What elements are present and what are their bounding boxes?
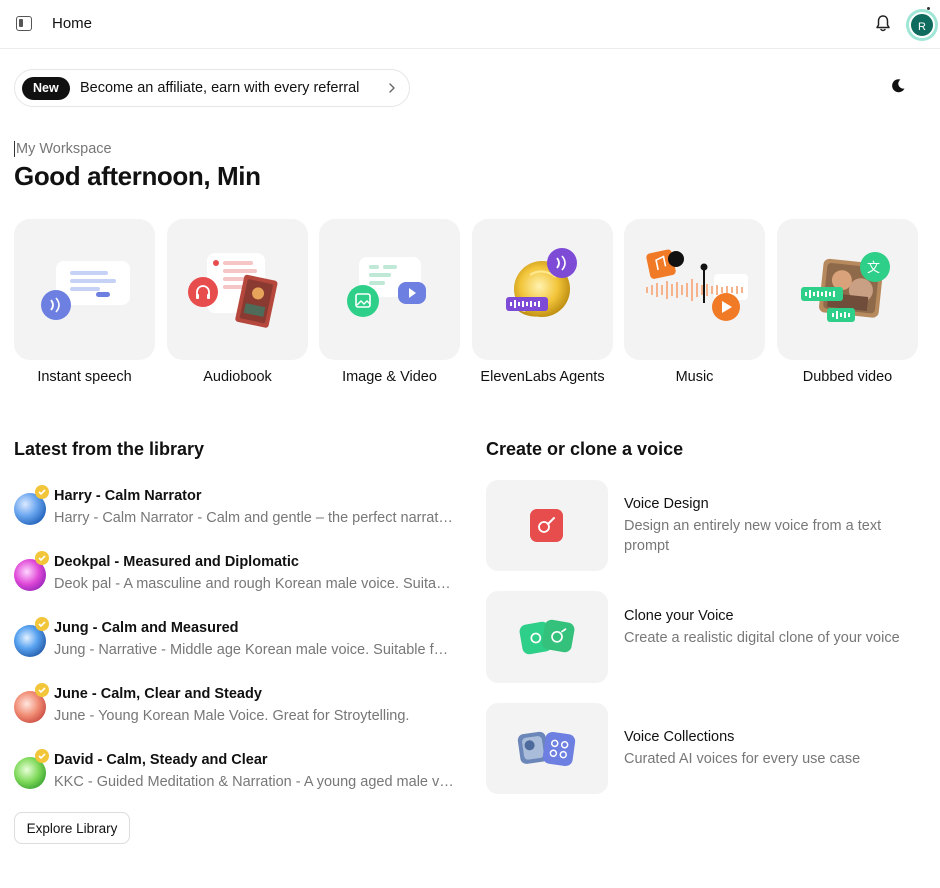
tile-label-elevenlabs-agents[interactable]: ElevenLabs Agents (472, 369, 613, 385)
voice-name: Deokpal - Measured and Diplomatic (54, 554, 299, 570)
voice-collections-icon (517, 731, 576, 767)
new-badge: New (22, 77, 70, 100)
tile-label-dubbed-video[interactable]: Dubbed video (777, 369, 918, 385)
voice-design-icon (530, 509, 563, 542)
dark-mode-moon-icon[interactable] (890, 78, 906, 94)
notification-bell-icon[interactable] (875, 14, 891, 32)
voice-description: June - Young Korean Male Voice. Great fo… (54, 708, 410, 724)
tile-dubbed-video[interactable]: 文 (777, 219, 918, 360)
voice-description: Harry - Calm Narrator - Calm and gentle … (54, 510, 454, 526)
instant-speech-illustration (41, 261, 130, 320)
tile-elevenlabs-agents[interactable] (472, 219, 613, 360)
voice-description: KKC - Guided Meditation & Narration - A … (54, 774, 454, 790)
explore-library-button[interactable]: Explore Library (14, 812, 130, 844)
tile-music[interactable] (624, 219, 765, 360)
voice-name: David - Calm, Steady and Clear (54, 752, 268, 768)
voice-card-title: Voice Design (624, 496, 709, 512)
verified-badge-icon (35, 485, 49, 499)
library-item-harry[interactable]: Harry - Calm Narrator Harry - Calm Narra… (14, 485, 454, 535)
voice-collections-thumb (486, 703, 608, 794)
library-section-title: Latest from the library (14, 439, 205, 459)
tile-image-video[interactable] (319, 219, 460, 360)
svg-text:文: 文 (867, 261, 880, 276)
verified-badge-icon (35, 683, 49, 697)
clone-voice-icon (519, 619, 575, 655)
music-illustration (646, 249, 748, 321)
tile-label-instant-speech[interactable]: Instant speech (14, 369, 155, 385)
voice-description: Jung - Narrative - Middle age Korean mal… (54, 642, 454, 658)
library-item-june[interactable]: June - Calm, Clear and Steady June - You… (14, 683, 454, 733)
verified-badge-icon (35, 551, 49, 565)
verified-badge-icon (35, 749, 49, 763)
voice-description: Deok pal - A masculine and rough Korean … (54, 576, 454, 592)
voice-name: Jung - Calm and Measured (54, 620, 239, 636)
voice-name: June - Calm, Clear and Steady (54, 686, 262, 702)
status-dot (927, 7, 930, 10)
clone-voice-card[interactable]: Clone your Voice Create a realistic digi… (486, 591, 926, 683)
verified-badge-icon (35, 617, 49, 631)
voice-section-title: Create or clone a voice (486, 439, 684, 459)
top-bar: Home R (0, 0, 940, 49)
affiliate-banner[interactable]: New Become an affiliate, earn with every… (14, 69, 410, 107)
voice-design-card[interactable]: Voice Design Design an entirely new voic… (486, 480, 926, 571)
banner-text: Become an affiliate, earn with every ref… (80, 80, 360, 96)
library-item-david[interactable]: David - Calm, Steady and Clear KKC - Gui… (14, 749, 454, 799)
tile-label-music[interactable]: Music (624, 369, 765, 385)
chevron-right-icon (389, 83, 395, 93)
tile-label-image-video[interactable]: Image & Video (319, 369, 460, 385)
clone-voice-thumb (486, 591, 608, 683)
avatar-initial: R (909, 12, 935, 38)
library-item-deokpal[interactable]: Deokpal - Measured and Diplomatic Deok p… (14, 551, 454, 601)
voice-card-title: Voice Collections (624, 729, 735, 745)
voice-name: Harry - Calm Narrator (54, 488, 202, 504)
voice-card-title: Clone your Voice (624, 608, 734, 624)
audiobook-illustration (188, 253, 278, 328)
image-video-illustration (347, 257, 426, 317)
voice-card-description: Create a realistic digital clone of your… (624, 630, 900, 646)
tile-label-audiobook[interactable]: Audiobook (167, 369, 308, 385)
user-avatar[interactable]: R (906, 9, 938, 41)
tile-audiobook[interactable] (167, 219, 308, 360)
dubbed-video-illustration: 文 (801, 252, 890, 322)
voice-card-description: Curated AI voices for every use case (624, 751, 861, 767)
greeting-heading: Good afternoon, Min (14, 161, 261, 191)
voice-collections-card[interactable]: Voice Collections Curated AI voices for … (486, 703, 926, 794)
library-item-jung[interactable]: Jung - Calm and Measured Jung - Narrativ… (14, 617, 454, 667)
voice-card-description: Design an entirely new voice from a text… (624, 518, 882, 554)
voice-design-thumb (486, 480, 608, 571)
agents-illustration (506, 248, 577, 317)
tile-instant-speech[interactable] (14, 219, 155, 360)
page-title: Home (52, 15, 93, 32)
sidebar-toggle-icon[interactable] (16, 16, 32, 31)
workspace-label: My Workspace (14, 141, 112, 157)
